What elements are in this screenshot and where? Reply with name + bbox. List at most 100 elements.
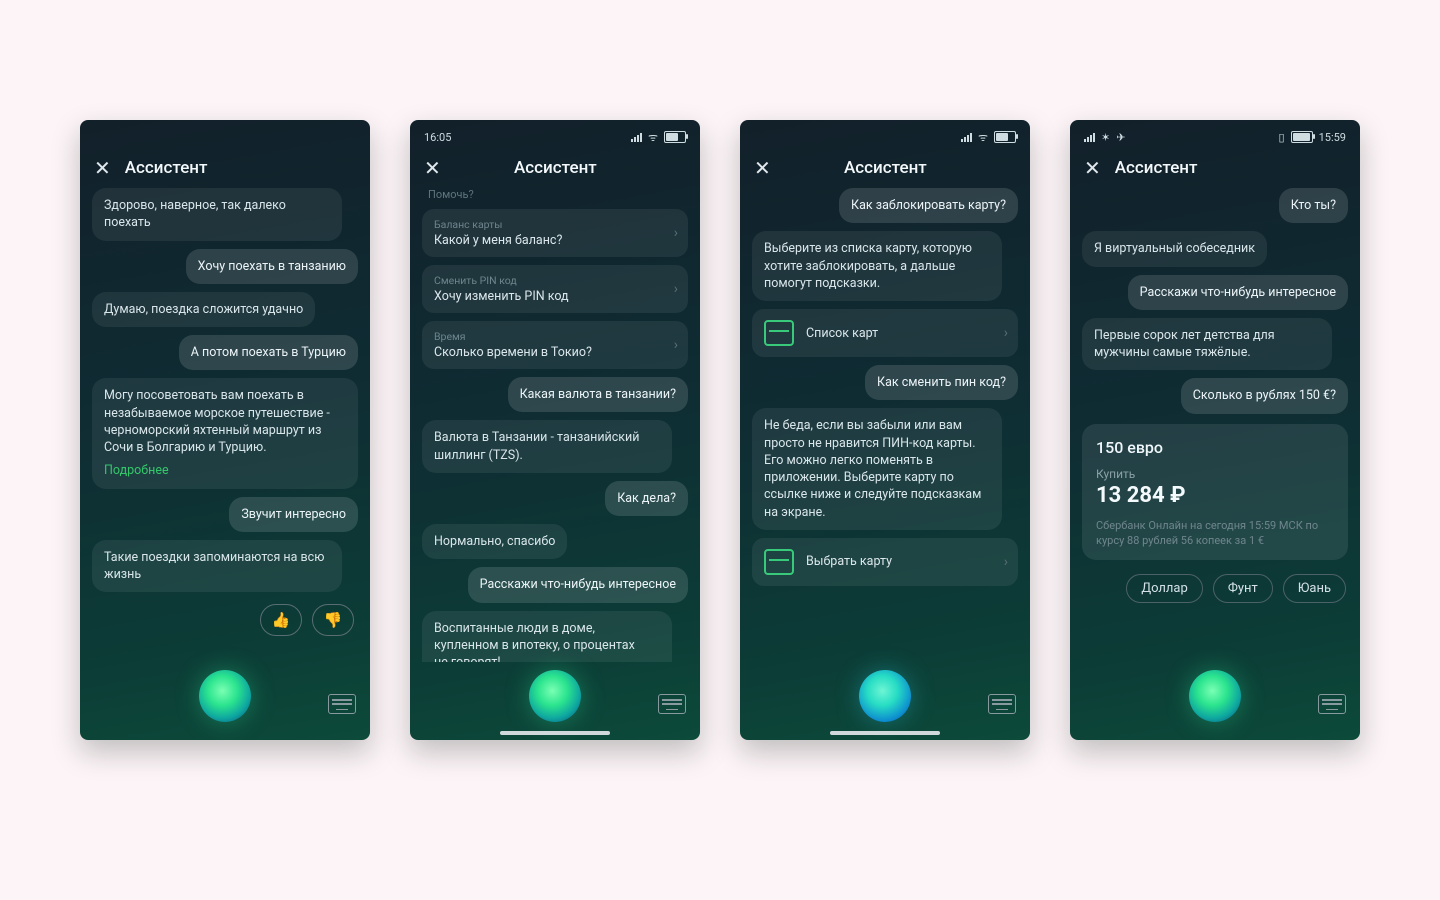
suggestion-item[interactable]: Баланс карты Какой у меня баланс? ›: [422, 209, 688, 257]
title-bar: ✕ Ассистент: [80, 150, 370, 188]
keyboard-icon[interactable]: [988, 694, 1016, 714]
suggestion-item[interactable]: Сменить PIN код Хочу изменить PIN код ›: [422, 265, 688, 313]
chat-scroll[interactable]: Как заблокировать карту? Выберите из спи…: [740, 188, 1030, 662]
currency-rate-fine: Сбербанк Онлайн на сегодня 15:59 МСК по …: [1096, 518, 1334, 549]
user-msg: Как дела?: [605, 481, 688, 516]
signal-icon: [631, 132, 642, 142]
chevron-right-icon: ›: [674, 337, 678, 353]
home-indicator: [830, 731, 940, 735]
assistant-msg: Думаю, поездка сложится удачно: [92, 292, 315, 327]
assistant-msg: Такие поездки запоминаются на всю жизнь: [92, 540, 342, 593]
voice-orb-button[interactable]: [1189, 670, 1241, 722]
user-msg: Как сменить пин код?: [865, 365, 1018, 400]
currency-buy-label: Купить: [1096, 467, 1334, 481]
keyboard-icon[interactable]: [1318, 694, 1346, 714]
assistant-msg: Я виртуальный собеседник: [1082, 231, 1267, 266]
title-bar: ✕ Ассистент: [740, 150, 1030, 188]
assistant-msg: Первые сорок лет детства для мужчины сам…: [1082, 318, 1332, 371]
chip-dollar[interactable]: Доллар: [1126, 574, 1203, 603]
phone-3: ᯤ ✕ Ассистент Как заблокировать карту? В…: [740, 120, 1030, 740]
status-icons-right: ▯ 15:59: [1279, 131, 1346, 144]
assistant-msg: Не беда, если вы забыли или вам просто н…: [752, 408, 1002, 530]
status-bar: [80, 120, 370, 150]
assistant-msg: Валюта в Танзании - танзанийский шиллинг…: [422, 420, 672, 473]
close-icon[interactable]: ✕: [1084, 158, 1101, 178]
currency-card[interactable]: 150 евро Купить 13 284 ₽ Сбербанк Онлайн…: [1082, 424, 1348, 561]
chip-yuan[interactable]: Юань: [1283, 574, 1346, 603]
screen-title: Ассистент: [844, 158, 927, 178]
voice-orb-button[interactable]: [529, 670, 581, 722]
user-msg: Хочу поехать в танзанию: [186, 249, 358, 284]
chat-scroll[interactable]: Кто ты? Я виртуальный собеседник Расскаж…: [1070, 188, 1360, 662]
chevron-right-icon: ›: [674, 281, 678, 297]
cards-icon: [764, 320, 794, 346]
showcase-row: ✕ Ассистент Здорово, наверное, так далек…: [0, 0, 1440, 860]
user-msg: Расскажи что-нибудь интересное: [1128, 275, 1348, 310]
choose-card-action[interactable]: Выбрать карту ›: [752, 538, 1018, 586]
action-label: Список карт: [806, 326, 878, 341]
status-time: 16:05: [424, 131, 451, 144]
send-icon: ✈: [1116, 131, 1125, 144]
action-label: Выбрать карту: [806, 554, 892, 569]
hint-label: Помочь?: [422, 188, 688, 201]
keyboard-icon[interactable]: [658, 694, 686, 714]
chat-scroll[interactable]: Помочь? Баланс карты Какой у меня баланс…: [410, 188, 700, 662]
assistant-msg: Здорово, наверное, так далеко поехать: [92, 188, 342, 241]
screen-title: Ассистент: [1115, 158, 1198, 178]
wifi-icon: ᯤ: [648, 130, 658, 145]
chat-scroll[interactable]: Здорово, наверное, так далеко поехать Хо…: [80, 188, 370, 662]
status-bar: 16:05 ᯤ: [410, 120, 700, 150]
suggestion-sub: Сменить PIN код: [434, 274, 676, 287]
assistant-msg: Воспитанные люди в доме, купленном в ипо…: [422, 611, 672, 663]
user-msg: Сколько в рублях 150 €?: [1181, 378, 1348, 413]
user-msg: Звучит интересно: [229, 497, 358, 532]
chip-pound[interactable]: Фунт: [1213, 574, 1273, 603]
close-icon[interactable]: ✕: [754, 158, 771, 178]
card-list-action[interactable]: Список карт ›: [752, 309, 1018, 357]
phone-1: ✕ Ассистент Здорово, наверное, так далек…: [80, 120, 370, 740]
suggestion-item[interactable]: Время Сколько времени в Токио? ›: [422, 321, 688, 369]
bluetooth-icon: ✶: [1101, 131, 1110, 144]
feedback-row: 👍 👎: [92, 600, 358, 636]
assistant-msg: Выберите из списка карту, которую хотите…: [752, 231, 1002, 301]
chevron-right-icon: ›: [674, 225, 678, 241]
chevron-right-icon: ›: [1004, 325, 1008, 341]
battery-icon: [664, 131, 686, 143]
thumbs-down-button[interactable]: 👎: [312, 604, 354, 636]
chevron-right-icon: ›: [1004, 554, 1008, 570]
keyboard-icon[interactable]: [328, 694, 356, 714]
status-bar: ✶ ✈ ▯ 15:59: [1070, 120, 1360, 150]
status-icons: ᯤ: [631, 130, 686, 145]
voice-orb-button[interactable]: [859, 670, 911, 722]
suggestion-main: Какой у меня баланс?: [434, 233, 676, 248]
footer: [410, 662, 700, 740]
user-msg: Кто ты?: [1279, 188, 1348, 223]
footer: [740, 662, 1030, 740]
close-icon[interactable]: ✕: [424, 158, 441, 178]
assistant-msg: Могу посоветовать вам поехать в незабыва…: [92, 378, 358, 488]
wifi-icon: ᯤ: [978, 130, 988, 145]
currency-amount: 13 284 ₽: [1096, 483, 1334, 508]
status-icons-left: ✶ ✈: [1084, 131, 1125, 144]
status-bar: ᯤ: [740, 120, 1030, 150]
thumbs-up-button[interactable]: 👍: [260, 604, 302, 636]
close-icon[interactable]: ✕: [94, 158, 111, 178]
assistant-msg-text: Могу посоветовать вам поехать в незабыва…: [104, 388, 330, 455]
voice-orb-button[interactable]: [199, 670, 251, 722]
currency-title: 150 евро: [1096, 438, 1334, 457]
home-indicator: [500, 731, 610, 735]
details-link[interactable]: Подробнее: [104, 462, 346, 479]
battery-icon: [994, 131, 1016, 143]
suggestion-main: Хочу изменить PIN код: [434, 289, 676, 304]
phone-2: 16:05 ᯤ ✕ Ассистент Помочь? Баланс карты…: [410, 120, 700, 740]
suggestion-main: Сколько времени в Токио?: [434, 345, 676, 360]
screen-title: Ассистент: [514, 158, 597, 178]
footer: [80, 662, 370, 740]
user-msg: Какая валюта в танзании?: [508, 377, 688, 412]
suggestion-sub: Баланс карты: [434, 218, 676, 231]
footer: [1070, 662, 1360, 740]
vibrate-icon: ▯: [1279, 131, 1285, 144]
user-msg: Как заблокировать карту?: [839, 188, 1018, 223]
assistant-msg: Нормально, спасибо: [422, 524, 567, 559]
phone-4: ✶ ✈ ▯ 15:59 ✕ Ассистент Кто ты? Я виртуа…: [1070, 120, 1360, 740]
